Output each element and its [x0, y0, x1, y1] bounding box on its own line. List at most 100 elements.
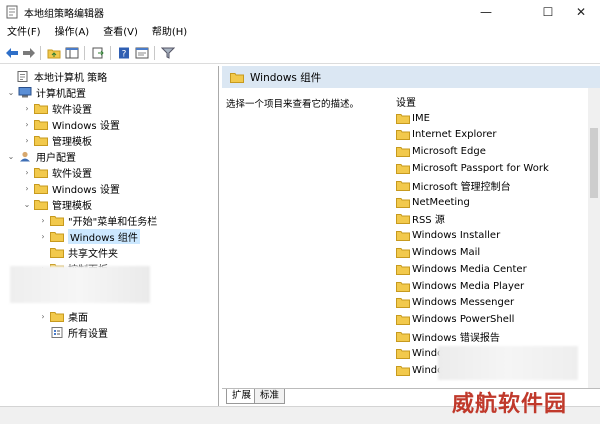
title-bar: 本地组策略编辑器 — ☐ ✕: [0, 0, 600, 24]
toolbar-separator: [40, 46, 41, 60]
user-icon: [18, 151, 32, 162]
minimize-button[interactable]: —: [464, 0, 508, 24]
collapsed-chevron-icon[interactable]: ›: [38, 216, 48, 225]
folder-icon: [34, 199, 48, 210]
folder-icon: [396, 180, 410, 191]
tree-item-label: Windows 组件: [68, 228, 140, 244]
console-tree-icon[interactable]: [64, 46, 79, 60]
list-item[interactable]: Microsoft Passport for Work: [396, 160, 549, 176]
tree-item[interactable]: ⌄ 管理模板: [22, 196, 92, 212]
back-arrow-icon[interactable]: [4, 46, 19, 60]
folder-icon: [396, 281, 410, 292]
tree-item-label: 管理模板: [52, 200, 92, 212]
folder-icon: [396, 213, 410, 225]
list-item[interactable]: Windows Messenger: [396, 295, 514, 311]
tree-item[interactable]: 共享文件夹: [38, 244, 118, 260]
folder-icon: [396, 297, 410, 309]
menu-help[interactable]: 帮助(H): [145, 24, 194, 42]
toolbar: ?: [0, 42, 600, 64]
tree-item-label: 所有设置: [68, 328, 108, 340]
list-item[interactable]: Windows Media Center: [396, 261, 527, 277]
menu-bar: 文件(F) 操作(A) 查看(V) 帮助(H): [0, 24, 600, 42]
list-item[interactable]: Microsoft 管理控制台: [396, 177, 511, 193]
column-header-setting[interactable]: 设置: [396, 94, 416, 109]
collapsed-chevron-icon[interactable]: ›: [22, 184, 32, 193]
tree-item[interactable]: ⌄ 用户配置: [6, 148, 76, 164]
tree-item[interactable]: › 桌面: [38, 308, 88, 324]
minimize-icon: —: [480, 5, 492, 19]
export-icon[interactable]: [90, 46, 105, 60]
tree-item[interactable]: › Windows 设置: [22, 180, 120, 196]
policy-icon: [16, 70, 30, 82]
folder-icon: [50, 311, 64, 322]
tree-item[interactable]: › 管理模板: [22, 132, 92, 148]
list-item[interactable]: Microsoft Edge: [396, 144, 486, 160]
vertical-scrollbar[interactable]: [588, 88, 600, 390]
tab-standard[interactable]: 标准: [254, 389, 286, 404]
collapsed-chevron-icon[interactable]: ›: [38, 312, 48, 321]
tab-extended[interactable]: 扩展: [226, 389, 258, 404]
folder-icon: [34, 167, 48, 178]
menu-action[interactable]: 操作(A): [48, 24, 97, 42]
folder-icon: [396, 113, 410, 124]
tree-item-label: 共享文件夹: [68, 248, 118, 260]
list-item[interactable]: IME: [396, 110, 430, 126]
folder-icon: [50, 231, 64, 242]
folder-icon: [34, 119, 48, 130]
collapsed-chevron-icon[interactable]: ›: [22, 136, 32, 145]
tree-item-label: Windows 设置: [52, 120, 120, 132]
list-item[interactable]: Internet Explorer: [396, 127, 497, 143]
properties-icon[interactable]: [134, 46, 149, 60]
tree-item-label: 桌面: [68, 312, 88, 324]
list-item-label: Microsoft Passport for Work: [412, 162, 549, 174]
collapsed-chevron-icon[interactable]: ›: [22, 104, 32, 113]
window-title: 本地组策略编辑器: [24, 9, 104, 20]
list-item-label: Windows Mail: [412, 246, 481, 258]
tree-item[interactable]: › 软件设置: [22, 100, 92, 116]
list-item[interactable]: Windows PowerShell: [396, 312, 514, 328]
list-item[interactable]: Windo: [396, 362, 443, 378]
tree-item-label: 计算机配置: [36, 88, 86, 100]
tree-item[interactable]: 所有设置: [38, 324, 108, 340]
toolbar-separator: [84, 46, 85, 60]
folder-icon: [396, 146, 410, 158]
maximize-icon: ☐: [542, 5, 554, 19]
list-item[interactable]: NetMeeting: [396, 194, 470, 210]
list-item[interactable]: RSS 源: [396, 211, 445, 227]
collapsed-chevron-icon[interactable]: ›: [22, 168, 32, 177]
folder-up-icon[interactable]: [46, 46, 61, 60]
list-item[interactable]: Windo: [396, 345, 443, 361]
tree-item[interactable]: › Windows 设置: [22, 116, 120, 132]
list-item[interactable]: Windows 错误报告: [396, 328, 500, 344]
tree-item[interactable]: › "开始"菜单和任务栏: [38, 212, 157, 228]
computer-icon: [18, 86, 32, 98]
folder-icon: [230, 72, 244, 83]
help-icon[interactable]: ?: [116, 46, 131, 60]
obscured-region: [10, 266, 150, 303]
toolbar-separator: [154, 46, 155, 60]
folder-icon: [50, 247, 64, 258]
description-text: 选择一个项目来查看它的描述。: [226, 99, 360, 110]
folder-icon: [396, 264, 410, 275]
close-button[interactable]: ✕: [562, 0, 600, 24]
collapsed-chevron-icon[interactable]: ›: [22, 120, 32, 129]
collapsed-chevron-icon[interactable]: ›: [38, 232, 48, 241]
list-item[interactable]: Windows Mail: [396, 244, 480, 260]
expanded-chevron-icon[interactable]: ⌄: [6, 152, 16, 161]
list-item-label: Windows Messenger: [412, 297, 515, 309]
menu-view[interactable]: 查看(V): [96, 24, 145, 42]
expanded-chevron-icon[interactable]: ⌄: [22, 200, 32, 209]
list-item[interactable]: Windows Media Player: [396, 278, 524, 294]
filter-icon[interactable]: [160, 46, 175, 60]
scrollbar-thumb[interactable]: [590, 128, 598, 198]
menu-file[interactable]: 文件(F): [0, 24, 48, 42]
settings-icon: [50, 326, 64, 338]
list-item[interactable]: Windows Installer: [396, 228, 500, 244]
tree-item[interactable]: › 软件设置: [22, 164, 92, 180]
tree-item[interactable]: › Windows 组件: [38, 228, 140, 244]
details-header-title: Windows 组件: [250, 71, 322, 84]
tree-item[interactable]: 本地计算机 策略: [4, 68, 107, 84]
tree-item[interactable]: ⌄ 计算机配置: [6, 84, 86, 100]
forward-arrow-icon[interactable]: [21, 46, 36, 60]
expanded-chevron-icon[interactable]: ⌄: [6, 88, 16, 97]
